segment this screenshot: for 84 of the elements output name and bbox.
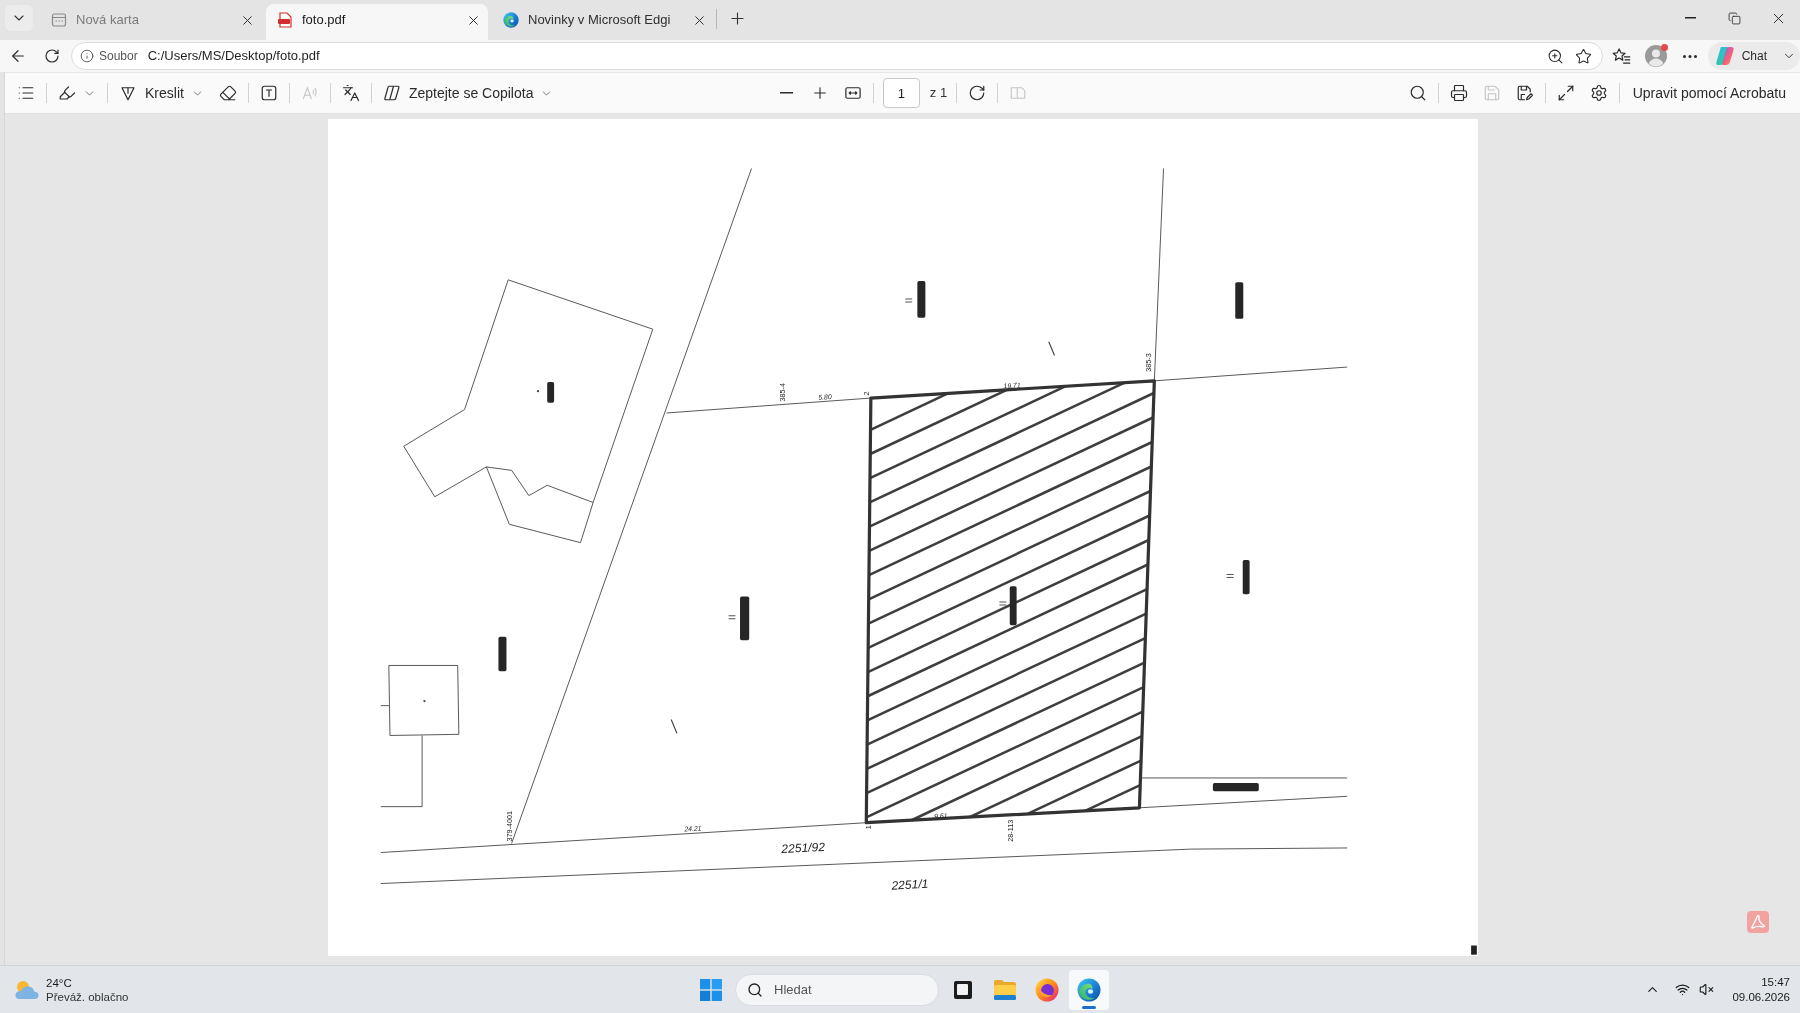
point-mark [422,699,426,703]
restore-icon [1727,11,1741,25]
map-label: 2251/1 [890,876,929,893]
eraser-icon [218,84,237,102]
taskbar-search-field[interactable]: Hledat [735,973,939,1006]
highlighter-icon [58,84,76,102]
save-icon [1482,84,1501,102]
map-label: 385-4 [777,383,787,402]
redaction-mark [1009,586,1017,626]
page-number-field[interactable]: 1 [882,78,920,108]
translate-icon [341,84,360,102]
url-text: C:/Users/MS/Desktop/foto.pdf [147,47,320,66]
acrobat-icon [1747,911,1769,933]
browser-tab[interactable]: foto.pdf [266,4,488,40]
scan-mark [1470,945,1477,955]
copilot-logo-icon [1714,46,1735,66]
acrobat-edit-button[interactable]: Upravit pomocí Acrobatu [1624,77,1794,109]
clock[interactable]: 15:47 09.06.2026 [1732,974,1790,1005]
page-count: z 1 [929,84,948,103]
stroke-mark [1047,341,1055,357]
fit-width-icon [843,84,862,102]
partly-cloudy-icon [14,978,40,1001]
text-box-icon [259,84,278,102]
site-info-button[interactable]: Soubor [80,47,138,65]
map-label: 1 [863,825,873,830]
rotate-icon [968,84,987,102]
browser-tab[interactable]: Nová karta [40,4,262,40]
copilot-icon [382,84,401,102]
wifi-icon [1674,982,1690,997]
redaction-mark [497,636,506,672]
search-icon [1408,84,1427,102]
page-icon [51,12,67,28]
star-icon [1575,47,1593,65]
two-page-icon [1009,84,1028,102]
draw-button[interactable]: Kreslit [113,77,210,109]
browser-tab[interactable]: Novinky v Microsoft Edgi [492,4,714,40]
favorites-icon [1612,47,1632,65]
pen-nib-icon [119,84,137,102]
windows-logo-icon [700,978,722,1001]
stroke-mark [670,718,677,734]
edge-logo-icon [1077,977,1101,1002]
save-as-icon [1515,84,1534,102]
zoom-icon [1547,47,1565,65]
map-label: 2 [861,391,871,396]
pdf-file-icon [277,12,293,28]
small-building-outline [387,665,459,736]
double-tick-mark [904,298,913,303]
point-mark [536,390,539,393]
redaction-mark [1212,783,1259,792]
map-label: 28-113 [1005,819,1015,842]
more-icon [1682,54,1697,58]
active-indicator [1082,1005,1096,1009]
firefox-logo-icon [1035,977,1059,1002]
info-icon [80,49,94,63]
copilot-button[interactable]: Zeptejte se Copilota [376,77,560,109]
redaction-mark [1242,559,1250,595]
read-aloud-icon [300,84,319,102]
folder-icon [993,978,1017,1001]
weather-widget[interactable]: 24°C Převáž. oblačno [14,975,129,1004]
chat-button[interactable]: Chat [1707,42,1800,70]
redaction-mark [916,281,925,318]
printer-icon [1449,84,1468,102]
edge-button[interactable] [1069,969,1109,1010]
double-tick-mark [998,601,1007,606]
settings-icon [1589,84,1608,102]
search-icon [747,981,763,998]
minimize-icon [1684,17,1696,19]
map-label: 385-3 [1143,353,1153,372]
avatar-icon [1644,45,1667,67]
task-view-icon [953,979,973,1000]
address-bar[interactable]: Soubor C:/Users/MS/Desktop/foto.pdf [71,42,1603,70]
boundary-line [379,705,389,707]
redaction-mark [739,596,749,641]
map-label: 379-4001 [504,810,514,842]
redaction-mark [546,382,554,403]
redaction-mark [1234,282,1243,319]
minus-icon [780,92,794,94]
map-label: 2251/92 [780,839,825,857]
expand-icon [1556,84,1575,102]
edge-logo-icon [503,12,519,28]
list-icon [17,84,35,102]
double-tick-mark [1225,574,1234,578]
double-tick-mark [727,615,736,620]
refresh-icon [44,48,60,64]
